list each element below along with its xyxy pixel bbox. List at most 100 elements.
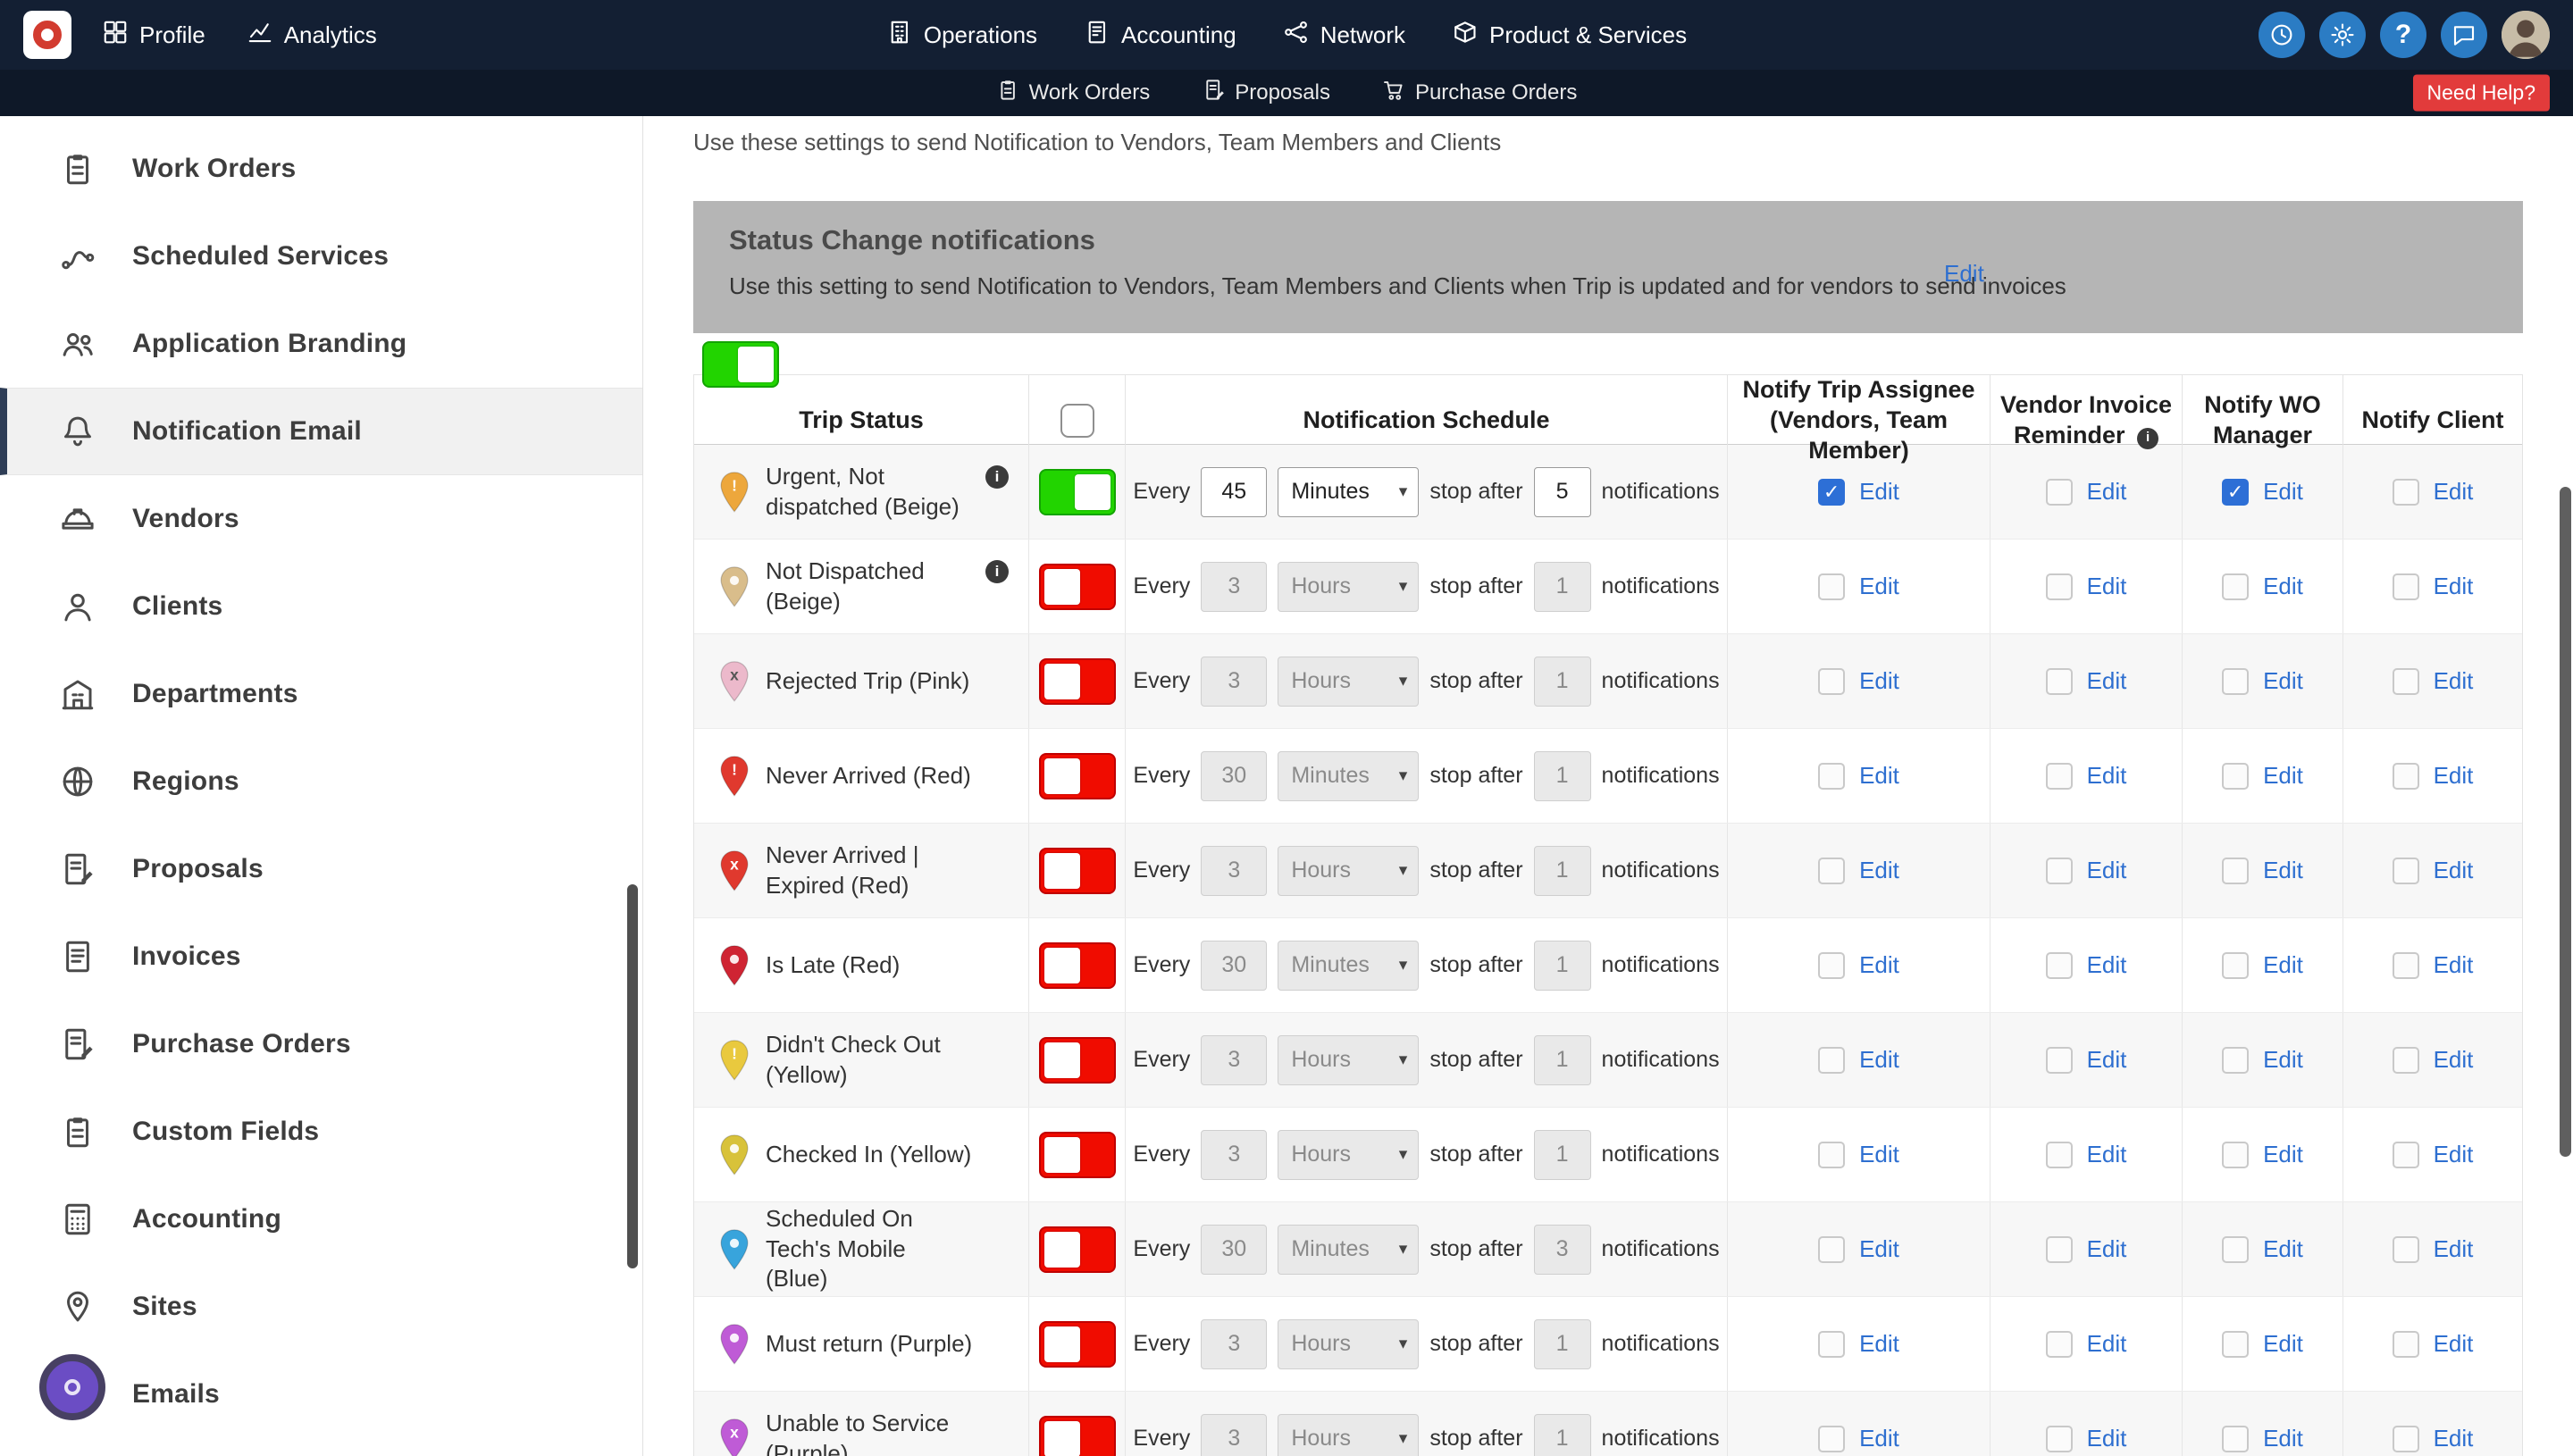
notify-checkbox[interactable] [1818, 1235, 1846, 1263]
subnav-item-purchase-orders[interactable]: Purchase Orders [1382, 78, 1577, 108]
unit-select[interactable]: Hours ▾ [1278, 656, 1420, 707]
row-status-toggle[interactable] [1038, 1131, 1116, 1178]
floating-chat-button[interactable] [39, 1354, 105, 1420]
notify-checkbox[interactable]: ✓ [1818, 478, 1846, 506]
notify-checkbox[interactable] [2392, 762, 2419, 790]
edit-link[interactable]: Edit [2434, 951, 2474, 979]
nav-item-analytics[interactable]: Analytics [247, 19, 377, 52]
unit-select[interactable]: Minutes ▾ [1278, 1224, 1420, 1275]
notify-checkbox[interactable] [1818, 951, 1846, 979]
notify-checkbox[interactable] [1818, 762, 1846, 790]
edit-link[interactable]: Edit [2434, 857, 2474, 884]
edit-link[interactable]: Edit [2087, 1235, 2127, 1263]
row-status-toggle[interactable] [1038, 847, 1116, 894]
edit-link[interactable]: Edit [2434, 1330, 2474, 1358]
sidebar-item-vendors[interactable]: Vendors [0, 475, 642, 563]
notify-checkbox[interactable] [2392, 951, 2419, 979]
edit-link[interactable]: Edit [2434, 478, 2474, 506]
notify-checkbox[interactable] [2392, 573, 2419, 600]
nav-item-accounting[interactable]: Accounting [1084, 19, 1236, 52]
notify-checkbox[interactable] [2392, 667, 2419, 695]
notify-checkbox[interactable] [1818, 1330, 1846, 1358]
sidebar-item-application-branding[interactable]: Application Branding [0, 300, 642, 388]
row-status-toggle[interactable] [1038, 752, 1116, 799]
info-icon[interactable]: i [985, 464, 1009, 489]
sidebar-item-proposals[interactable]: Proposals [0, 825, 642, 913]
chat-button[interactable] [2441, 12, 2487, 58]
sidebar-item-departments[interactable]: Departments [0, 650, 642, 738]
notify-checkbox[interactable] [2045, 1046, 2073, 1074]
notify-checkbox[interactable] [2222, 1425, 2250, 1452]
notify-checkbox[interactable] [2222, 667, 2250, 695]
sidebar-item-accounting[interactable]: Accounting [0, 1176, 642, 1263]
need-help-button[interactable]: Need Help? [2412, 74, 2550, 112]
subnav-item-proposals[interactable]: Proposals [1202, 78, 1330, 108]
unit-select[interactable]: Hours ▾ [1278, 1413, 1420, 1456]
edit-link[interactable]: Edit [2434, 1235, 2474, 1263]
unit-select[interactable]: Hours ▾ [1278, 1129, 1420, 1180]
nav-item-network[interactable]: Network [1283, 19, 1405, 52]
notify-checkbox[interactable] [1818, 667, 1846, 695]
status-change-toggle[interactable] [702, 341, 779, 388]
notify-checkbox[interactable] [2045, 1235, 2073, 1263]
notify-checkbox[interactable] [2222, 1330, 2250, 1358]
edit-link[interactable]: Edit [2087, 478, 2127, 506]
edit-link[interactable]: Edit [1859, 1330, 1899, 1358]
row-status-toggle[interactable] [1038, 468, 1116, 515]
notify-checkbox[interactable] [2045, 857, 2073, 884]
edit-link[interactable]: Edit [2263, 857, 2303, 884]
notify-checkbox[interactable] [2045, 1330, 2073, 1358]
sidebar-item-work-orders[interactable]: Work Orders [0, 125, 642, 213]
unit-select[interactable]: Hours ▾ [1278, 561, 1420, 612]
unit-select[interactable]: Hours ▾ [1278, 1034, 1420, 1085]
notify-checkbox[interactable] [2392, 1425, 2419, 1452]
sidebar-item-purchase-orders[interactable]: Purchase Orders [0, 1000, 642, 1088]
notify-checkbox[interactable] [2045, 667, 2073, 695]
edit-link[interactable]: Edit [2263, 478, 2303, 506]
edit-link[interactable]: Edit [2263, 1235, 2303, 1263]
notify-checkbox[interactable] [2045, 1425, 2073, 1452]
row-status-toggle[interactable] [1038, 941, 1116, 989]
notify-checkbox[interactable] [2222, 1235, 2250, 1263]
notify-checkbox[interactable] [2222, 951, 2250, 979]
edit-link[interactable]: Edit [1859, 573, 1899, 600]
notify-checkbox[interactable] [2222, 762, 2250, 790]
notify-checkbox[interactable] [1818, 573, 1846, 600]
edit-link[interactable]: Edit [1859, 1235, 1899, 1263]
notify-checkbox[interactable] [2222, 1141, 2250, 1168]
edit-link[interactable]: Edit [2434, 1046, 2474, 1074]
row-status-toggle[interactable] [1038, 1036, 1116, 1084]
notify-checkbox[interactable] [1818, 1046, 1846, 1074]
notify-checkbox[interactable] [2392, 857, 2419, 884]
edit-link[interactable]: Edit [2087, 1141, 2127, 1168]
notify-checkbox[interactable] [2392, 1330, 2419, 1358]
notify-checkbox[interactable]: ✓ [2222, 478, 2250, 506]
user-avatar[interactable] [2502, 11, 2550, 59]
edit-link[interactable]: Edit [2087, 951, 2127, 979]
info-icon[interactable]: i [985, 559, 1009, 583]
nav-item-operations[interactable]: Operations [886, 19, 1037, 52]
notify-checkbox[interactable] [2392, 478, 2419, 506]
notify-checkbox[interactable] [2222, 573, 2250, 600]
edit-link[interactable]: Edit [2434, 762, 2474, 790]
notify-checkbox[interactable] [2392, 1141, 2419, 1168]
sidebar-item-regions[interactable]: Regions [0, 738, 642, 825]
edit-link[interactable]: Edit [2263, 1046, 2303, 1074]
app-logo[interactable] [23, 11, 71, 59]
edit-link[interactable]: Edit [1859, 762, 1899, 790]
edit-link[interactable]: Edit [1859, 857, 1899, 884]
sidebar-item-clients[interactable]: Clients [0, 563, 642, 650]
notify-checkbox[interactable] [2392, 1235, 2419, 1263]
sidebar-item-scheduled-services[interactable]: Scheduled Services [0, 213, 642, 300]
history-button[interactable] [2259, 12, 2305, 58]
notify-checkbox[interactable] [2045, 1141, 2073, 1168]
edit-link[interactable]: Edit [2087, 1046, 2127, 1074]
edit-link[interactable]: Edit [2087, 857, 2127, 884]
edit-link[interactable]: Edit [2434, 1425, 2474, 1452]
stop-after-input[interactable] [1533, 466, 1591, 517]
settings-button[interactable] [2319, 12, 2366, 58]
edit-link[interactable]: Edit [1859, 667, 1899, 695]
banner-edit-link[interactable]: Edit [1944, 260, 1984, 288]
unit-select[interactable]: Minutes ▾ [1278, 750, 1420, 801]
select-all-checkbox[interactable] [1060, 403, 1094, 438]
